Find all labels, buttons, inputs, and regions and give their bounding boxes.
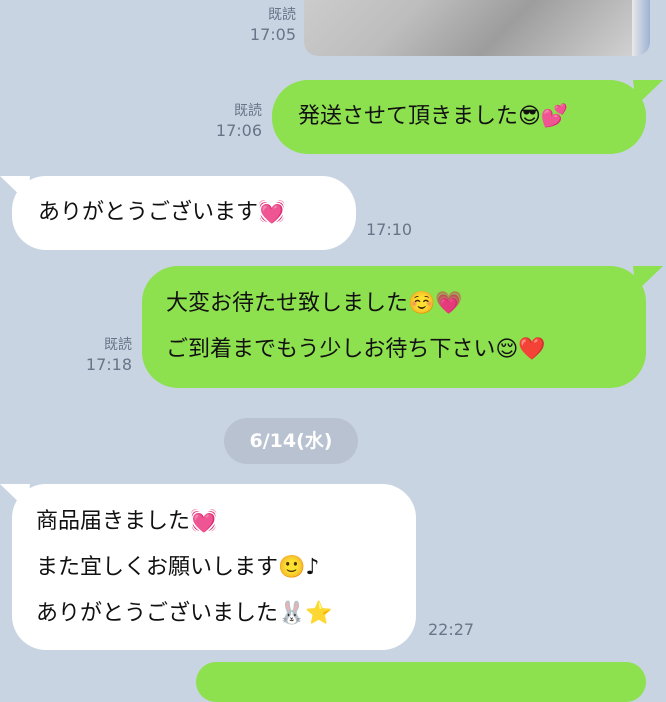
outgoing-message-bubble[interactable]: 発送させて頂きました😎💕 (272, 80, 646, 154)
message-text: 商品届きました💓 (36, 509, 218, 534)
message-meta: 17:10 (366, 220, 412, 239)
image-edge (632, 0, 650, 56)
message-text: ご到着までもう少しお待ち下さい😌❤️ (166, 337, 546, 362)
read-receipt: 既読 (234, 103, 262, 119)
incoming-message-bubble[interactable]: ありがとうございます💓 (12, 176, 356, 250)
message-time: 17:06 (215, 121, 262, 140)
outgoing-message-bubble[interactable]: 大変お待たせ致しました☺️💗 ご到着までもう少しお待ち下さい😌❤️ (142, 266, 646, 388)
message-text: ありがとうございました🐰⭐ (36, 601, 333, 626)
message-meta: 既読 17:06 (196, 102, 262, 140)
message-time: 17:18 (85, 355, 132, 374)
incoming-message-bubble[interactable]: 商品届きました💓 また宜しくお願いします🙂♪ ありがとうございました🐰⭐ (12, 484, 416, 650)
message-meta: 既読 17:18 (66, 336, 132, 374)
message-text: また宜しくお願いします🙂♪ (36, 555, 320, 580)
message-text: 発送させて頂きました😎💕 (298, 104, 569, 129)
message-text: 大変お待たせ致しました☺️💗 (166, 291, 463, 316)
read-receipt: 既読 (268, 7, 296, 23)
date-separator: 6/14(水) (224, 418, 358, 464)
outgoing-message-bubble[interactable] (196, 662, 646, 702)
message-time: 22:27 (428, 620, 475, 639)
message-text: ありがとうございます💓 (38, 200, 286, 225)
message-meta: 既読 17:05 (230, 6, 296, 44)
read-receipt: 既読 (104, 337, 132, 353)
message-meta: 22:27 (428, 620, 474, 639)
image-message[interactable] (304, 0, 650, 56)
message-time: 17:10 (366, 220, 413, 239)
message-time: 17:05 (249, 25, 296, 44)
